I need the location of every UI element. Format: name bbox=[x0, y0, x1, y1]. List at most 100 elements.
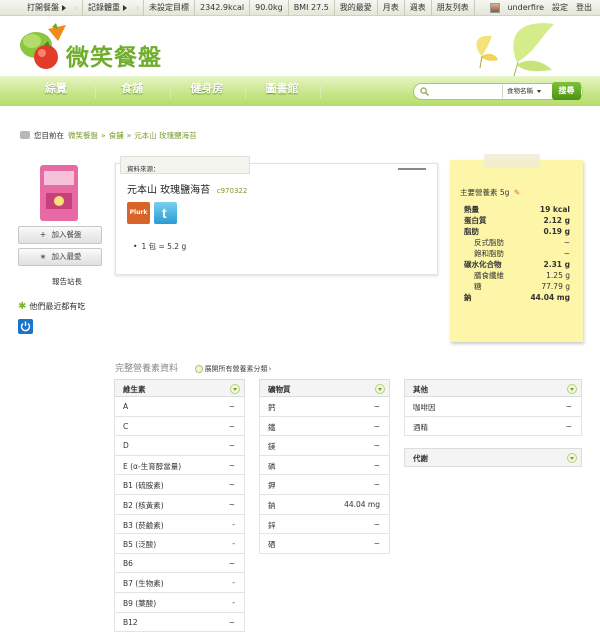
nutrient-detail-row: B5 (泛酸) - bbox=[114, 534, 245, 554]
nav-overview[interactable]: 綜覽 bbox=[21, 76, 91, 102]
nutrient-detail-row: 磷 ~ bbox=[259, 455, 390, 476]
nutrient-detail-row: E (α-生育醇當量) ~ bbox=[114, 455, 245, 476]
main-nutrients-note: 主要營養素 5g ✎ 熱量 19 kcal 蛋白質 2.12 g 脂肪 0.19 g 反式脂… bbox=[450, 154, 583, 342]
top-bar-link[interactable]: BMI 27.5 bbox=[289, 0, 335, 16]
caret-right-icon bbox=[62, 4, 77, 11]
breadcrumb: 您目前在 微笑餐盤 » 食舖 » 元本山 玫瑰鹽海苔 bbox=[20, 129, 197, 141]
caret-right-icon bbox=[123, 4, 138, 11]
add-to-favorites-button[interactable]: ★ 加入最愛 bbox=[18, 248, 102, 266]
breadcrumb-home[interactable]: 微笑餐盤 bbox=[68, 130, 98, 141]
nutrient-detail-name: 酒精 bbox=[413, 422, 428, 432]
nutrient-value: 0.19 g bbox=[543, 227, 570, 236]
nutrient-name: 碳水化合物 bbox=[464, 260, 502, 269]
nutrient-row: 脂肪 0.19 g bbox=[464, 226, 570, 237]
search-category-label: 食物名稱 bbox=[507, 87, 533, 95]
top-bar-link[interactable]: 未設定目標 bbox=[144, 0, 195, 16]
nav-food-shop[interactable]: 食舖 bbox=[97, 76, 167, 102]
search-icon bbox=[420, 87, 429, 96]
nutrient-detail-row: B2 (核黃素) ~ bbox=[114, 494, 245, 515]
main-nutrients-title-text: 主要營養素 5g bbox=[460, 188, 510, 197]
nutrient-row: 蛋白質 2.12 g bbox=[464, 215, 570, 226]
nutrient-detail-value: ~ bbox=[228, 441, 235, 451]
source-tab: 資料來源： bbox=[120, 156, 250, 174]
nutrient-detail-value: - bbox=[232, 519, 235, 529]
product-name: 元本山 玫瑰鹽海苔 bbox=[127, 185, 211, 196]
butterfly-decoration-icon bbox=[466, 20, 556, 78]
search-category-select[interactable]: 食物名稱 bbox=[502, 85, 548, 98]
chevron-down-icon bbox=[567, 384, 577, 394]
nutrient-detail-name: 鉀 bbox=[268, 481, 276, 491]
nutrient-detail-value: ~ bbox=[373, 421, 380, 431]
nutrient-detail-name: B2 (核黃素) bbox=[123, 500, 164, 510]
nutrient-name: 脂肪 bbox=[464, 227, 479, 236]
logo-text[interactable]: 微笑餐盤 bbox=[66, 38, 162, 72]
expand-all-link[interactable]: 展開所有營養素分類› bbox=[194, 365, 272, 373]
tape-decoration bbox=[398, 168, 426, 170]
username-link[interactable]: underfire bbox=[503, 0, 548, 16]
top-bar-link[interactable]: 朋友列表 bbox=[432, 0, 475, 16]
nutrient-detail-name: 鋅 bbox=[268, 520, 276, 530]
nutrient-detail-value: ~ bbox=[228, 617, 235, 627]
nav-gym[interactable]: 健身房 bbox=[172, 76, 242, 102]
minerals-panel: 礦物質鈣 ~ 鐵 ~ 鎂 ~ 磷 ~ 鉀 ~ 鈉 44.04 mg 鋅 ~ 硒 ~ bbox=[259, 379, 390, 554]
nutrient-detail-row: 鉀 ~ bbox=[259, 475, 390, 495]
nutrient-detail-row: 咖啡因 ~ bbox=[404, 397, 582, 417]
nav-library[interactable]: 圖書館 bbox=[247, 76, 317, 102]
minerals-header[interactable]: 礦物質 bbox=[259, 379, 390, 397]
recent-eaters-title-text: 他們最近都有吃 bbox=[29, 302, 86, 311]
nutrient-detail-value: ~ bbox=[228, 460, 235, 470]
expand-all-label: 展開所有營養素分類 bbox=[204, 365, 268, 373]
main-nutrients-table: 熱量 19 kcal 蛋白質 2.12 g 脂肪 0.19 g 反式脂肪 ~ 飽和脂肪 ~ 碳水化合… bbox=[464, 204, 570, 303]
nutrient-value: 1.25 g bbox=[546, 271, 570, 280]
top-bar-link[interactable]: 打開餐盤 bbox=[22, 0, 83, 16]
nutrient-detail-value: ~ bbox=[373, 480, 380, 490]
logout-link[interactable]: 登出 bbox=[572, 0, 596, 16]
logo-icon[interactable] bbox=[18, 23, 70, 73]
metabolism-header[interactable]: 代謝 bbox=[404, 448, 582, 467]
nutrient-detail-name: B7 (生物素) bbox=[123, 579, 164, 589]
metabolism-title: 代謝 bbox=[413, 454, 428, 463]
search-button[interactable]: 搜尋 bbox=[552, 82, 581, 100]
breadcrumb-prefix: 您目前在 bbox=[34, 130, 64, 140]
nutrient-detail-name: 鎂 bbox=[268, 442, 276, 452]
nutrient-detail-name: B5 (泛酸) bbox=[123, 540, 157, 550]
top-bar-link[interactable]: 90.0kg bbox=[250, 0, 289, 16]
nutrient-detail-value: ~ bbox=[373, 460, 380, 470]
add-to-meal-button[interactable]: + 加入餐盤 bbox=[18, 226, 102, 244]
metabolism-panel: 代謝 bbox=[404, 448, 582, 467]
top-bar-link[interactable]: 記錄體重 bbox=[83, 0, 144, 16]
avatar[interactable] bbox=[490, 3, 501, 13]
top-bar-link[interactable]: 週表 bbox=[405, 0, 432, 16]
nutrient-row: 飽和脂肪 ~ bbox=[464, 248, 570, 259]
search-input[interactable] bbox=[432, 86, 500, 97]
user-avatar-icon[interactable] bbox=[18, 319, 33, 334]
nutrient-value: 77.79 g bbox=[541, 282, 570, 291]
others-header[interactable]: 其他 bbox=[404, 379, 582, 397]
top-bar-link[interactable]: 月表 bbox=[378, 0, 405, 16]
nutrient-detail-value: ~ bbox=[228, 499, 235, 509]
expand-all-icon bbox=[194, 365, 203, 373]
nutrient-detail-row: B6 ~ bbox=[114, 553, 245, 574]
main-nutrients-title: 主要營養素 5g ✎ bbox=[460, 187, 520, 198]
nutrient-detail-row: B12 ~ bbox=[114, 612, 245, 633]
vitamins-header[interactable]: 維生素 bbox=[114, 379, 245, 397]
add-to-favorites-label: 加入最愛 bbox=[51, 252, 82, 261]
chevron-right-icon: › bbox=[268, 365, 272, 373]
nutrient-detail-value: ~ bbox=[228, 402, 235, 411]
settings-link[interactable]: 設定 bbox=[548, 0, 572, 16]
plurk-share-button[interactable]: Plurk bbox=[127, 202, 150, 224]
nutrient-value: ~ bbox=[563, 238, 570, 247]
top-bar-link[interactable]: 我的最愛 bbox=[335, 0, 378, 16]
report-link[interactable]: 報告站長 bbox=[52, 276, 82, 287]
nutrient-detail-row: 鋅 ~ bbox=[259, 514, 390, 535]
product-image bbox=[36, 163, 82, 223]
nutrient-detail-value: - bbox=[232, 597, 235, 607]
nutrient-detail-name: 硒 bbox=[268, 540, 276, 550]
nutrient-detail-name: 鈉 bbox=[268, 500, 276, 510]
twitter-share-icon[interactable]: t bbox=[154, 202, 177, 224]
breadcrumb-icon bbox=[20, 131, 30, 139]
breadcrumb-food-shop[interactable]: 食舖 bbox=[109, 130, 124, 141]
nutrient-detail-row: B3 (菸鹼素) - bbox=[114, 514, 245, 535]
top-bar-link[interactable]: 2342.9kcal bbox=[195, 0, 251, 16]
nutrient-detail-name: B12 bbox=[123, 617, 138, 627]
